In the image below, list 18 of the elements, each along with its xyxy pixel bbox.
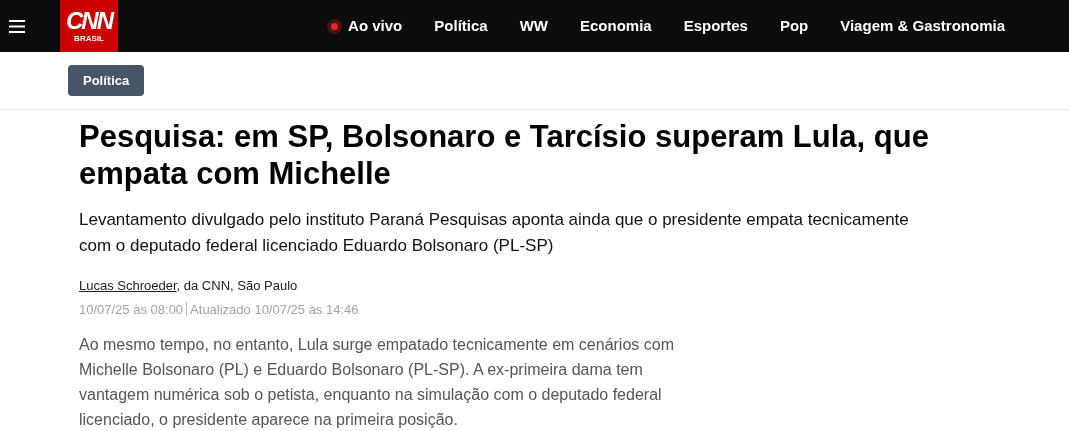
live-link[interactable]: Ao vivo	[327, 14, 403, 38]
headline: Pesquisa: em SP, Bolsonaro e Tarcísio superam Lula, que empata com Michelle	[79, 118, 930, 192]
nav-link[interactable]: Viagem & Gastronomia	[840, 14, 1005, 38]
nav-link[interactable]: Pop	[779, 14, 809, 38]
nav-link[interactable]: Esportes	[683, 14, 748, 38]
publish-date: 10/07/25 às 08:00	[79, 300, 184, 319]
category-tag[interactable]: Política	[68, 64, 145, 97]
nav-link[interactable]: Economia	[580, 14, 652, 38]
logo[interactable]: CNN BRASIL	[60, 0, 118, 52]
menu-icon[interactable]	[9, 19, 25, 33]
byline-text: , da CNN, São Paulo	[176, 278, 298, 293]
article-paragraph: Ao mesmo tempo, no entanto, Lula surge empatado tecnicamente em cenários com Michelle Bolsonaro (PL) e Eduardo Bolsonaro (PL-SP). A ex-primeira dama tem vantagem numérica sob o petista, enquanto na simulação com o deputado federal licenciado, o presidente aparece na primeira posição.	[79, 335, 675, 430]
nav-link[interactable]: WW	[519, 14, 548, 38]
subtitle: Levantamento divulgado pelo instituto Paraná Pesquisas aponta ainda que o presidente empata tecnicamente com o deputado federal licenciado Eduardo Bolsonaro (PL-SP)	[79, 209, 910, 257]
update-date: Atualizado 10/07/25 às 14:46	[190, 300, 359, 319]
live-label: Ao vivo	[348, 15, 403, 36]
author-link[interactable]: Lucas Schroeder	[79, 278, 177, 293]
nav-link[interactable]: Política	[434, 14, 488, 38]
